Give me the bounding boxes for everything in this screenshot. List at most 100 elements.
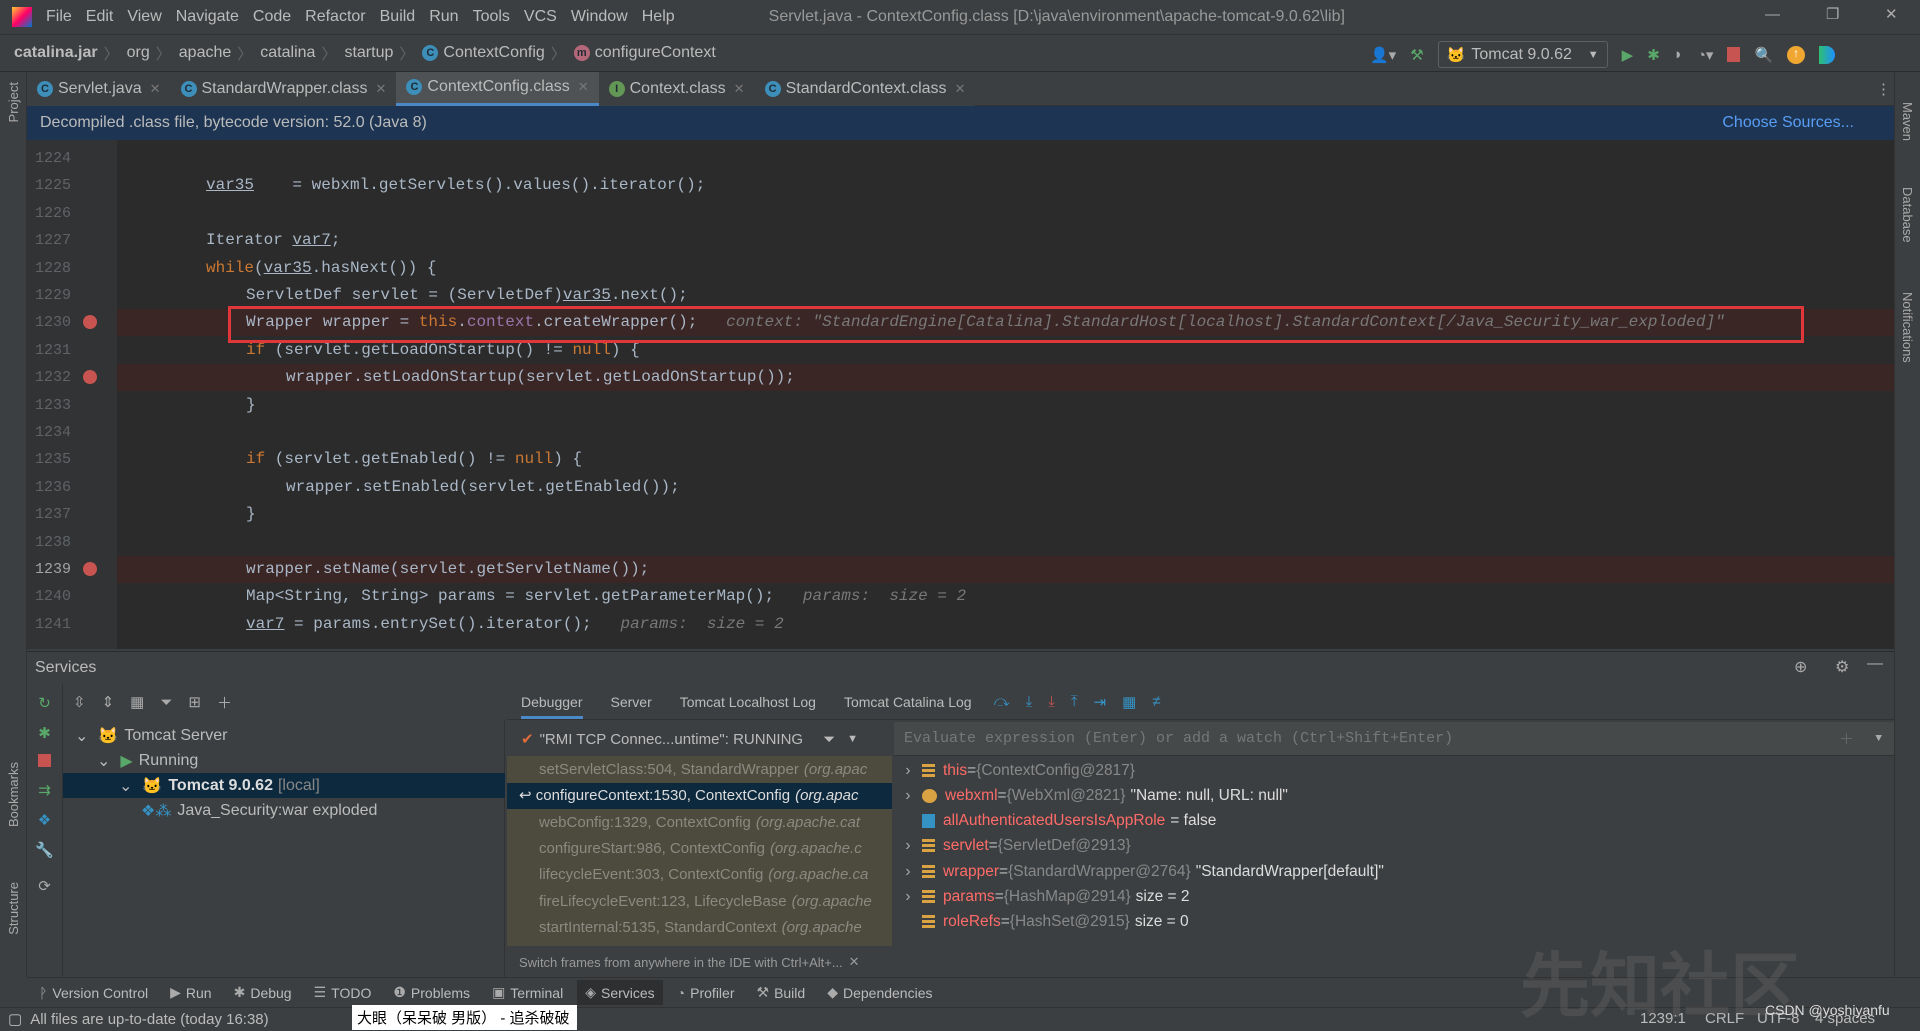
update-icon[interactable]: ↑ (1787, 45, 1806, 64)
notifications-tool-tab[interactable]: Notifications (1900, 292, 1915, 363)
breadcrumb-item[interactable]: apache (179, 44, 232, 62)
tree-node[interactable]: ❖⁂ Java_Security:war exploded (63, 798, 505, 823)
chevron-right-icon[interactable]: › (894, 787, 922, 805)
database-tool-tab[interactable]: Database (1900, 187, 1915, 243)
debug-icon[interactable]: ✱ (1647, 46, 1660, 64)
stack-frame[interactable]: configureStart:986, ContextConfig (org.ap… (507, 836, 892, 862)
tab-debugger[interactable]: Debugger (521, 694, 583, 719)
build-hammer-icon[interactable]: ⚒ (1410, 46, 1423, 64)
tree-node[interactable]: ⌄ ▶ Running (63, 748, 505, 773)
run-to-cursor-icon[interactable]: ⇥ (1094, 693, 1107, 711)
run-config-select[interactable]: 🐱 Tomcat 9.0.62 ▼ (1437, 41, 1608, 68)
bottom-tab-todo[interactable]: ☰ TODO (314, 984, 372, 1001)
menu-help[interactable]: Help (642, 8, 675, 26)
run-icon[interactable]: ▶ (1622, 46, 1634, 64)
breakpoint-icon[interactable] (83, 370, 97, 385)
bottom-tab-dependencies[interactable]: ◆ Dependencies (827, 984, 932, 1001)
stack-frame[interactable]: fireLifecycleEvent:123, LifecycleBase (or… (507, 889, 892, 915)
breadcrumb-item[interactable]: startup (344, 44, 393, 62)
chevron-down-icon[interactable]: ▼ (1875, 733, 1882, 745)
close-tab-icon[interactable]: ✕ (734, 81, 745, 97)
group-icon[interactable]: ▦ (130, 693, 144, 711)
stack-frame[interactable]: ↩ configureContext:1530, ContextConfig (o… (507, 783, 892, 810)
bottom-tab-debug[interactable]: ✱ Debug (234, 984, 292, 1001)
structure-tool-tab[interactable]: Structure (6, 882, 21, 935)
chevron-right-icon[interactable]: › (894, 888, 922, 906)
profile-icon[interactable]: ◔▾ (1697, 46, 1714, 64)
wrench-icon[interactable]: 🔧 (27, 841, 62, 859)
force-step-into-icon[interactable]: ⤓ (1048, 693, 1055, 710)
maven-tool-tab[interactable]: Maven (1900, 102, 1915, 141)
stack-frame[interactable]: lifecycleEvent:303, ContextConfig (org.ap… (507, 862, 892, 888)
step-out-icon[interactable]: ⤒ (1071, 693, 1078, 710)
menu-view[interactable]: View (127, 8, 161, 26)
filter-icon[interactable]: ⏷ (823, 731, 835, 748)
add-icon[interactable]: ＋ (217, 692, 232, 713)
menu-tools[interactable]: Tools (473, 8, 510, 26)
deploy-icon[interactable]: ⇉ (27, 781, 62, 799)
expand-all-icon[interactable]: ⇳ (73, 693, 86, 711)
collapse-all-icon[interactable]: ⇕ (102, 693, 115, 711)
breakpoint-icon[interactable] (83, 315, 97, 330)
tab-server[interactable]: Server (611, 694, 652, 710)
tab-standardwrapper-class[interactable]: C StandardWrapper.class ✕ (170, 71, 397, 106)
tab-servlet-java[interactable]: C Servlet.java ✕ (27, 71, 171, 106)
breadcrumb-item[interactable]: configureContext (595, 44, 716, 62)
tab-standardcontext-class[interactable]: C StandardContext.class ✕ (754, 71, 976, 106)
chevron-right-icon[interactable]: › (894, 863, 922, 881)
menu-file[interactable]: File (46, 8, 72, 26)
thread-selector[interactable]: ✔ "RMI TCP Connec...untime": RUNNING ⏷ ▼ (507, 722, 892, 756)
tab-contextconfig-class[interactable]: C ContextConfig.class ✕ (396, 71, 599, 106)
variable-row[interactable]: › params = {HashMap@2914} size = 2 (894, 885, 1189, 910)
variable-row[interactable]: roleRefs = {HashSet@2915} size = 0 (894, 910, 1189, 935)
evaluate-expression-input[interactable]: Evaluate expression (Enter) or add a wat… (894, 722, 1894, 756)
rerun-icon[interactable]: ↻ (27, 694, 62, 712)
menu-refactor[interactable]: Refactor (305, 8, 365, 26)
bottom-tab-version-control[interactable]: ᚹ Version Control (39, 985, 148, 1001)
stack-frame[interactable]: webConfig:1329, ContextConfig (org.apache… (507, 810, 892, 836)
breadcrumb-item[interactable]: org (127, 44, 150, 62)
close-tab-icon[interactable]: ✕ (150, 81, 161, 97)
stack-frame[interactable]: startInternal:5135, StandardContext (org.… (507, 915, 892, 941)
breadcrumb-item[interactable]: catalina.jar (14, 44, 98, 62)
tree-node[interactable]: ⌄ 🐱 Tomcat Server (63, 723, 505, 748)
trace-icon[interactable]: ≠ (1152, 693, 1160, 710)
chevron-down-icon[interactable]: ⌄ (97, 751, 110, 771)
filter-icon[interactable]: ⏷ (160, 694, 172, 711)
maximize-button[interactable]: ❐ (1826, 5, 1839, 23)
bottom-tab-problems[interactable]: ❶ Problems (393, 984, 470, 1001)
chevron-down-icon[interactable]: ⌄ (75, 726, 88, 746)
menu-navigate[interactable]: Navigate (176, 8, 239, 26)
user-icon[interactable]: 👤▾ (1370, 46, 1396, 64)
variable-row[interactable]: › wrapper = {StandardWrapper@2764} "Standa… (894, 859, 1384, 884)
menu-run[interactable]: Run (429, 8, 458, 26)
tree-node[interactable]: ⌄ 🐱 Tomcat 9.0.62 [local] (63, 773, 505, 798)
chevron-right-icon[interactable]: › (894, 837, 922, 855)
variable-row[interactable]: allAuthenticatedUsersIsAppRole = false (894, 809, 1216, 834)
evaluate-icon[interactable]: ▦ (1122, 693, 1136, 711)
refresh-icon[interactable]: ⟳ (27, 877, 62, 895)
close-icon[interactable]: ✕ (849, 954, 860, 970)
chevron-right-icon[interactable]: › (894, 762, 922, 780)
breadcrumb-item[interactable]: catalina (260, 44, 315, 62)
close-button[interactable]: ✕ (1885, 5, 1898, 23)
bottom-tab-terminal[interactable]: ▣ Terminal (492, 984, 563, 1001)
variable-row[interactable]: › webxml = {WebXml@2821} "Name: null, URL:… (894, 783, 1288, 808)
bookmarks-tool-tab[interactable]: Bookmarks (6, 762, 21, 827)
bottom-tab-services[interactable]: ◈ Services (577, 980, 663, 1005)
gear-icon[interactable]: ⚙ (1835, 657, 1849, 677)
step-over-icon[interactable]: ⤼ (994, 693, 1010, 710)
debug-icon[interactable]: ✱ (27, 724, 62, 742)
bottom-tab-run[interactable]: ▶ Run (170, 984, 211, 1001)
search-icon[interactable]: 🔍 (1754, 46, 1773, 64)
tab-context-class[interactable]: I Context.class ✕ (598, 71, 755, 106)
close-tab-icon[interactable]: ✕ (376, 81, 387, 97)
menu-edit[interactable]: Edit (86, 8, 114, 26)
menu-build[interactable]: Build (380, 8, 416, 26)
chevron-down-icon[interactable]: ⌄ (119, 776, 132, 796)
bottom-tab-build[interactable]: ⚒ Build (757, 984, 806, 1001)
add-watch-icon[interactable]: ＋ (1839, 728, 1854, 749)
hide-icon[interactable]: — (1867, 655, 1883, 673)
close-tab-icon[interactable]: ✕ (955, 81, 966, 97)
target-icon[interactable]: ⊕ (1794, 657, 1807, 677)
